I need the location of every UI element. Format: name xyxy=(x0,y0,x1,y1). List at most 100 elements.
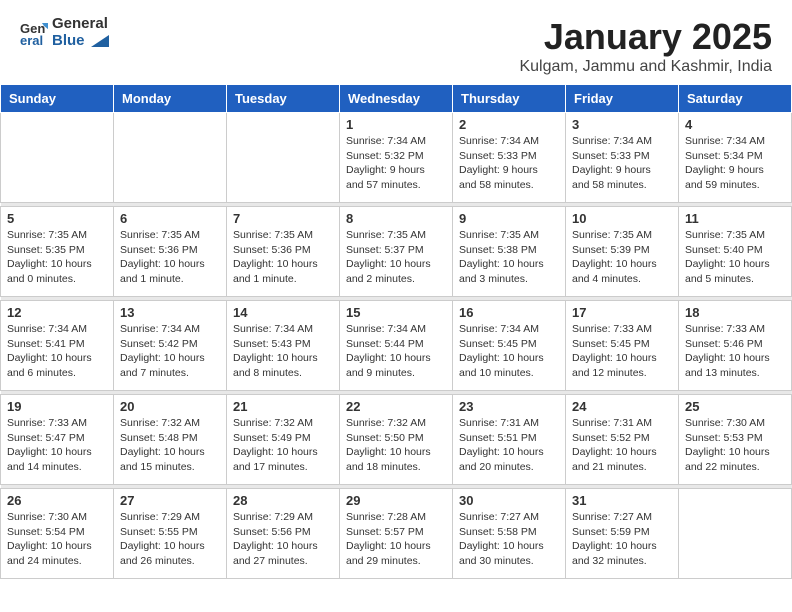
day-number: 30 xyxy=(459,493,559,508)
day-info: Sunrise: 7:31 AM Sunset: 5:52 PM Dayligh… xyxy=(572,416,672,475)
week-row-5: 26 Sunrise: 7:30 AM Sunset: 5:54 PM Dayli… xyxy=(1,489,792,579)
day-info: Sunrise: 7:29 AM Sunset: 5:56 PM Dayligh… xyxy=(233,510,333,569)
day-number: 25 xyxy=(685,399,785,414)
day-info: Sunrise: 7:30 AM Sunset: 5:53 PM Dayligh… xyxy=(685,416,785,475)
day-info: Sunrise: 7:34 AM Sunset: 5:33 PM Dayligh… xyxy=(572,134,672,193)
day-number: 28 xyxy=(233,493,333,508)
day-info: Sunrise: 7:30 AM Sunset: 5:54 PM Dayligh… xyxy=(7,510,107,569)
col-saturday: Saturday xyxy=(679,85,792,113)
logo-icon: Gen eral xyxy=(20,19,48,47)
day-cell: 29 Sunrise: 7:28 AM Sunset: 5:57 PM Dayli… xyxy=(340,489,453,579)
day-number: 10 xyxy=(572,211,672,226)
day-info: Sunrise: 7:34 AM Sunset: 5:41 PM Dayligh… xyxy=(7,322,107,381)
day-cell: 30 Sunrise: 7:27 AM Sunset: 5:58 PM Dayli… xyxy=(453,489,566,579)
day-number: 22 xyxy=(346,399,446,414)
day-info: Sunrise: 7:29 AM Sunset: 5:55 PM Dayligh… xyxy=(120,510,220,569)
day-cell: 24Sunrise: 7:31 AM Sunset: 5:52 PM Dayli… xyxy=(566,395,679,485)
day-cell: 19 Sunrise: 7:33 AM Sunset: 5:47 PM Dayli… xyxy=(1,395,114,485)
day-number: 31 xyxy=(572,493,672,508)
day-cell: 18 Sunrise: 7:33 AM Sunset: 5:46 PM Dayli… xyxy=(679,301,792,391)
day-info: Sunrise: 7:34 AM Sunset: 5:44 PM Dayligh… xyxy=(346,322,446,381)
day-cell xyxy=(114,113,227,203)
day-number: 4 xyxy=(685,117,785,132)
day-cell: 20Sunrise: 7:32 AM Sunset: 5:48 PM Dayli… xyxy=(114,395,227,485)
day-number: 1 xyxy=(346,117,446,132)
day-cell: 15 Sunrise: 7:34 AM Sunset: 5:44 PM Dayli… xyxy=(340,301,453,391)
day-number: 19 xyxy=(7,399,107,414)
logo-blue: Blue xyxy=(52,32,85,49)
day-info: Sunrise: 7:34 AM Sunset: 5:32 PM Dayligh… xyxy=(346,134,446,193)
svg-text:eral: eral xyxy=(20,33,43,47)
day-cell: 5 Sunrise: 7:35 AM Sunset: 5:35 PM Daylig… xyxy=(1,207,114,297)
day-cell: 16 Sunrise: 7:34 AM Sunset: 5:45 PM Dayli… xyxy=(453,301,566,391)
day-cell xyxy=(1,113,114,203)
location: Kulgam, Jammu and Kashmir, India xyxy=(519,58,772,76)
header: Gen eral General Blue January 2025 Kulga… xyxy=(0,0,792,84)
day-cell: 31 Sunrise: 7:27 AM Sunset: 5:59 PM Dayli… xyxy=(566,489,679,579)
col-friday: Friday xyxy=(566,85,679,113)
week-row-3: 12Sunrise: 7:34 AM Sunset: 5:41 PM Dayli… xyxy=(1,301,792,391)
day-info: Sunrise: 7:35 AM Sunset: 5:36 PM Dayligh… xyxy=(233,228,333,287)
day-info: Sunrise: 7:32 AM Sunset: 5:50 PM Dayligh… xyxy=(346,416,446,475)
day-number: 17 xyxy=(572,305,672,320)
col-sunday: Sunday xyxy=(1,85,114,113)
day-cell: 21 Sunrise: 7:32 AM Sunset: 5:49 PM Dayli… xyxy=(227,395,340,485)
day-number: 11 xyxy=(685,211,785,226)
day-number: 2 xyxy=(459,117,559,132)
day-info: Sunrise: 7:34 AM Sunset: 5:43 PM Dayligh… xyxy=(233,322,333,381)
day-cell: 2 Sunrise: 7:34 AM Sunset: 5:33 PM Daylig… xyxy=(453,113,566,203)
day-cell: 22 Sunrise: 7:32 AM Sunset: 5:50 PM Dayli… xyxy=(340,395,453,485)
day-info: Sunrise: 7:35 AM Sunset: 5:40 PM Dayligh… xyxy=(685,228,785,287)
day-cell: 11 Sunrise: 7:35 AM Sunset: 5:40 PM Dayli… xyxy=(679,207,792,297)
day-number: 23 xyxy=(459,399,559,414)
day-info: Sunrise: 7:35 AM Sunset: 5:38 PM Dayligh… xyxy=(459,228,559,287)
day-cell: 7 Sunrise: 7:35 AM Sunset: 5:36 PM Daylig… xyxy=(227,207,340,297)
day-number: 18 xyxy=(685,305,785,320)
day-number: 9 xyxy=(459,211,559,226)
header-row: Sunday Monday Tuesday Wednesday Thursday… xyxy=(1,85,792,113)
day-cell: 13Sunrise: 7:34 AM Sunset: 5:42 PM Dayli… xyxy=(114,301,227,391)
week-row-1: 1 Sunrise: 7:34 AM Sunset: 5:32 PM Daylig… xyxy=(1,113,792,203)
day-number: 15 xyxy=(346,305,446,320)
day-number: 8 xyxy=(346,211,446,226)
day-info: Sunrise: 7:35 AM Sunset: 5:37 PM Dayligh… xyxy=(346,228,446,287)
logo-arrow-icon xyxy=(91,35,109,47)
day-info: Sunrise: 7:32 AM Sunset: 5:48 PM Dayligh… xyxy=(120,416,220,475)
day-info: Sunrise: 7:35 AM Sunset: 5:36 PM Dayligh… xyxy=(120,228,220,287)
month-title: January 2025 xyxy=(519,16,772,58)
day-info: Sunrise: 7:27 AM Sunset: 5:58 PM Dayligh… xyxy=(459,510,559,569)
logo: Gen eral General Blue xyxy=(20,16,109,49)
day-info: Sunrise: 7:35 AM Sunset: 5:35 PM Dayligh… xyxy=(7,228,107,287)
day-number: 29 xyxy=(346,493,446,508)
day-info: Sunrise: 7:33 AM Sunset: 5:47 PM Dayligh… xyxy=(7,416,107,475)
day-cell: 1 Sunrise: 7:34 AM Sunset: 5:32 PM Daylig… xyxy=(340,113,453,203)
day-number: 16 xyxy=(459,305,559,320)
day-number: 7 xyxy=(233,211,333,226)
day-info: Sunrise: 7:32 AM Sunset: 5:49 PM Dayligh… xyxy=(233,416,333,475)
day-cell: 6 Sunrise: 7:35 AM Sunset: 5:36 PM Daylig… xyxy=(114,207,227,297)
day-cell xyxy=(679,489,792,579)
day-cell xyxy=(227,113,340,203)
col-tuesday: Tuesday xyxy=(227,85,340,113)
day-cell: 27Sunrise: 7:29 AM Sunset: 5:55 PM Dayli… xyxy=(114,489,227,579)
day-info: Sunrise: 7:27 AM Sunset: 5:59 PM Dayligh… xyxy=(572,510,672,569)
day-number: 21 xyxy=(233,399,333,414)
day-info: Sunrise: 7:34 AM Sunset: 5:45 PM Dayligh… xyxy=(459,322,559,381)
title-area: January 2025 Kulgam, Jammu and Kashmir, … xyxy=(519,16,772,76)
day-cell: 25 Sunrise: 7:30 AM Sunset: 5:53 PM Dayli… xyxy=(679,395,792,485)
day-cell: 23Sunrise: 7:31 AM Sunset: 5:51 PM Dayli… xyxy=(453,395,566,485)
day-info: Sunrise: 7:33 AM Sunset: 5:46 PM Dayligh… xyxy=(685,322,785,381)
day-number: 6 xyxy=(120,211,220,226)
day-info: Sunrise: 7:28 AM Sunset: 5:57 PM Dayligh… xyxy=(346,510,446,569)
day-info: Sunrise: 7:34 AM Sunset: 5:42 PM Dayligh… xyxy=(120,322,220,381)
week-row-2: 5 Sunrise: 7:35 AM Sunset: 5:35 PM Daylig… xyxy=(1,207,792,297)
day-cell: 4Sunrise: 7:34 AM Sunset: 5:34 PM Daylig… xyxy=(679,113,792,203)
day-cell: 9 Sunrise: 7:35 AM Sunset: 5:38 PM Daylig… xyxy=(453,207,566,297)
col-monday: Monday xyxy=(114,85,227,113)
day-info: Sunrise: 7:34 AM Sunset: 5:33 PM Dayligh… xyxy=(459,134,559,193)
day-cell: 12Sunrise: 7:34 AM Sunset: 5:41 PM Dayli… xyxy=(1,301,114,391)
day-number: 26 xyxy=(7,493,107,508)
day-number: 5 xyxy=(7,211,107,226)
logo-general: General xyxy=(52,15,108,32)
day-cell: 3Sunrise: 7:34 AM Sunset: 5:33 PM Daylig… xyxy=(566,113,679,203)
